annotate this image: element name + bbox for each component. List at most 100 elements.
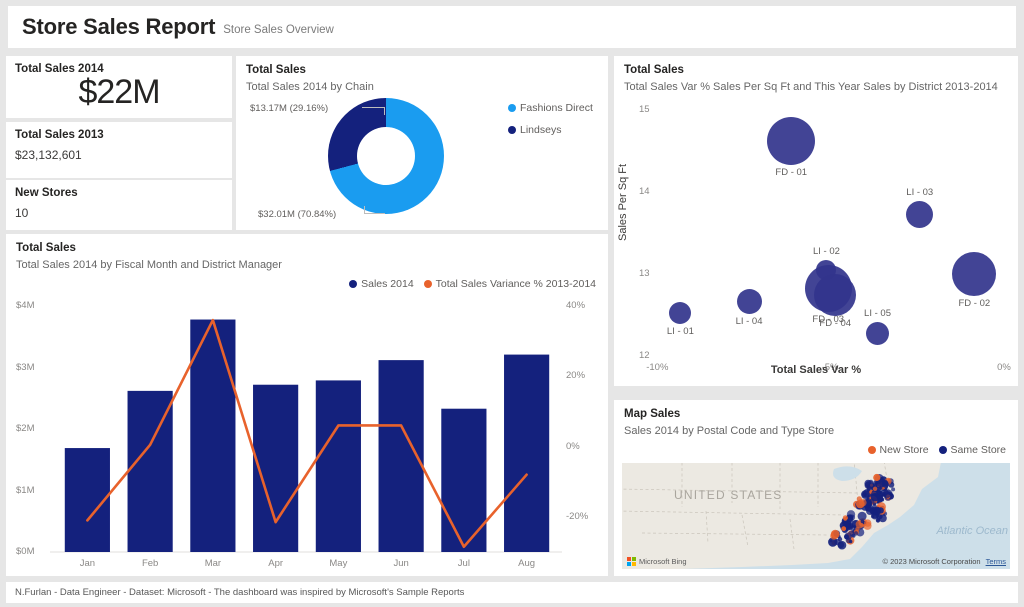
scatter-plot-area[interactable]: 12 13 14 15 -10% -5% 0% FD - 01 FD - 02 FD - 03 FD…: [614, 56, 1018, 386]
map-panel[interactable]: Map Sales Sales 2014 by Postal Code and …: [614, 400, 1018, 576]
x-axis-tick[interactable]: Apr: [268, 558, 283, 569]
map-store-bubble[interactable]: [862, 492, 867, 497]
report-footer: N.Furlan - Data Engineer - Dataset: Micr…: [6, 582, 1018, 603]
x-axis-tick[interactable]: Jun: [393, 558, 408, 569]
map-store-bubble[interactable]: [845, 537, 852, 544]
scatter-chart-panel[interactable]: Total Sales Total Sales Var % Sales Per …: [614, 56, 1018, 386]
x-axis-tick[interactable]: Aug: [518, 558, 535, 569]
x-axis-tick[interactable]: Jan: [80, 558, 95, 569]
map-terms-link[interactable]: Terms: [986, 557, 1006, 566]
kpi-card-total-sales-2014[interactable]: Total Sales 2014 $22M: [6, 56, 232, 118]
map-store-bubble[interactable]: [850, 525, 853, 529]
map-store-bubble[interactable]: [881, 480, 889, 488]
y-axis-tick: $4M: [16, 300, 35, 311]
scatter-y-tick: 15: [639, 104, 650, 115]
map-store-bubble[interactable]: [872, 502, 877, 506]
map-provider-label: Microsoft Bing: [639, 557, 687, 566]
legend-item-same-store[interactable]: Same Store: [938, 444, 1006, 456]
combo-plot-area[interactable]: $0M $1M $2M $3M $4M -20% 0% 20% 40% Jan Feb Mar Apr M…: [6, 234, 608, 576]
map-store-bubble[interactable]: [853, 531, 859, 536]
legend-swatch-icon: [508, 104, 516, 112]
bubble-li-04[interactable]: [736, 289, 762, 315]
map-country-label: UNITED STATES: [674, 488, 783, 502]
map-store-bubble[interactable]: [891, 487, 896, 492]
y2-axis-tick: 20%: [566, 370, 586, 382]
page-subtitle: Store Sales Overview: [223, 24, 334, 36]
map-store-bubble[interactable]: [865, 480, 875, 490]
map-canvas[interactable]: UNITED STATES Atlantic Ocean Microsoft B…: [622, 463, 1010, 569]
y-axis-tick: $2M: [16, 423, 35, 434]
combo-chart-panel[interactable]: Total Sales Total Sales 2014 by Fiscal M…: [6, 234, 608, 576]
report-header: Store Sales Report Store Sales Overview: [8, 6, 1016, 48]
legend-label: Same Store: [950, 444, 1006, 456]
legend-item-new-store[interactable]: New Store: [867, 444, 929, 456]
map-copyright: © 2023 Microsoft Corporation: [882, 557, 981, 566]
map-store-bubble[interactable]: [872, 506, 882, 515]
bubble-fd-01[interactable]: [767, 117, 816, 166]
map-svg: [622, 463, 1010, 569]
bing-squares-icon: [627, 557, 636, 566]
donut-title: Total Sales: [246, 64, 306, 76]
map-store-bubble[interactable]: [858, 498, 867, 507]
bar-mar[interactable]: [190, 319, 236, 552]
x-axis-tick[interactable]: Jul: [458, 558, 470, 569]
kpi-value: 10: [15, 206, 29, 220]
legend-label: Fashions Direct: [520, 102, 593, 114]
map-store-bubble[interactable]: [864, 519, 872, 527]
bar-aug[interactable]: [504, 354, 550, 552]
donut-label-fashions-direct: $32.01M (70.84%): [258, 209, 337, 220]
x-axis-tick[interactable]: Mar: [205, 558, 221, 569]
bar-may[interactable]: [315, 380, 361, 552]
map-store-bubble[interactable]: [830, 529, 840, 539]
bubble-label: LI - 02: [813, 245, 840, 257]
donut-legend: Fashions Direct Lindseys: [508, 102, 593, 146]
y-axis-tick: $3M: [16, 361, 35, 373]
kpi-label: New Stores: [15, 187, 78, 199]
x-axis-tick[interactable]: Feb: [142, 558, 158, 569]
legend-swatch-icon: [938, 446, 947, 454]
bubble-li-05[interactable]: [866, 321, 890, 345]
y-axis-tick: $1M: [16, 484, 35, 496]
footer-text: N.Furlan - Data Engineer - Dataset: Micr…: [15, 587, 465, 598]
bubble-label: LI - 03: [906, 187, 934, 199]
map-store-bubble[interactable]: [870, 492, 880, 502]
page-title: Store Sales Report: [22, 14, 216, 39]
bubble-li-01[interactable]: [669, 301, 692, 324]
donut-chart[interactable]: [328, 98, 444, 214]
map-store-bubble[interactable]: [843, 517, 848, 521]
kpi-card-total-sales-2013[interactable]: Total Sales 2013 $23,132,601: [6, 122, 232, 178]
map-store-bubble[interactable]: [846, 510, 856, 519]
legend-item-lindseys[interactable]: Lindseys: [508, 124, 593, 136]
scatter-x-axis-title: Total Sales Var %: [770, 364, 862, 376]
legend-item-fashions-direct[interactable]: Fashions Direct: [508, 102, 593, 114]
kpi-label: Total Sales 2013: [15, 129, 104, 141]
scatter-y-tick: 13: [639, 268, 650, 279]
donut-chart-panel[interactable]: Total Sales Total Sales 2014 by Chain $1…: [236, 56, 608, 230]
bubble-fd-04[interactable]: [814, 274, 857, 317]
map-store-bubble[interactable]: [878, 514, 887, 523]
donut-label-lindseys: $13.17M (29.16%): [250, 103, 329, 114]
bubble-fd-02[interactable]: [952, 252, 997, 296]
map-store-bubble[interactable]: [857, 511, 867, 521]
x-axis-tick[interactable]: May: [329, 558, 347, 569]
donut-hole: [357, 127, 415, 185]
bubble-li-03[interactable]: [906, 201, 934, 229]
map-store-bubble[interactable]: [872, 486, 878, 491]
map-title: Map Sales: [624, 408, 681, 420]
map-store-bubble[interactable]: [841, 526, 847, 532]
bubble-label: LI - 04: [735, 316, 763, 328]
kpi-card-new-stores[interactable]: New Stores 10: [6, 180, 232, 230]
donut-subtitle: Total Sales 2014 by Chain: [246, 81, 374, 93]
map-store-bubble[interactable]: [884, 491, 892, 498]
y2-axis-tick: 0%: [566, 440, 580, 452]
map-attribution: © 2023 Microsoft Corporation Terms: [883, 557, 1007, 566]
bubble-label: LI - 05: [864, 307, 891, 319]
y2-axis-tick: -20%: [566, 510, 589, 522]
bing-logo: Microsoft Bing: [627, 557, 687, 566]
map-legend: New Store Same Store: [867, 444, 1006, 456]
donut-leader-line-top: [362, 107, 385, 115]
map-store-bubble[interactable]: [873, 473, 881, 482]
legend-label: Lindseys: [520, 124, 562, 136]
map-store-bubble[interactable]: [887, 478, 891, 482]
map-store-bubble[interactable]: [834, 538, 841, 546]
